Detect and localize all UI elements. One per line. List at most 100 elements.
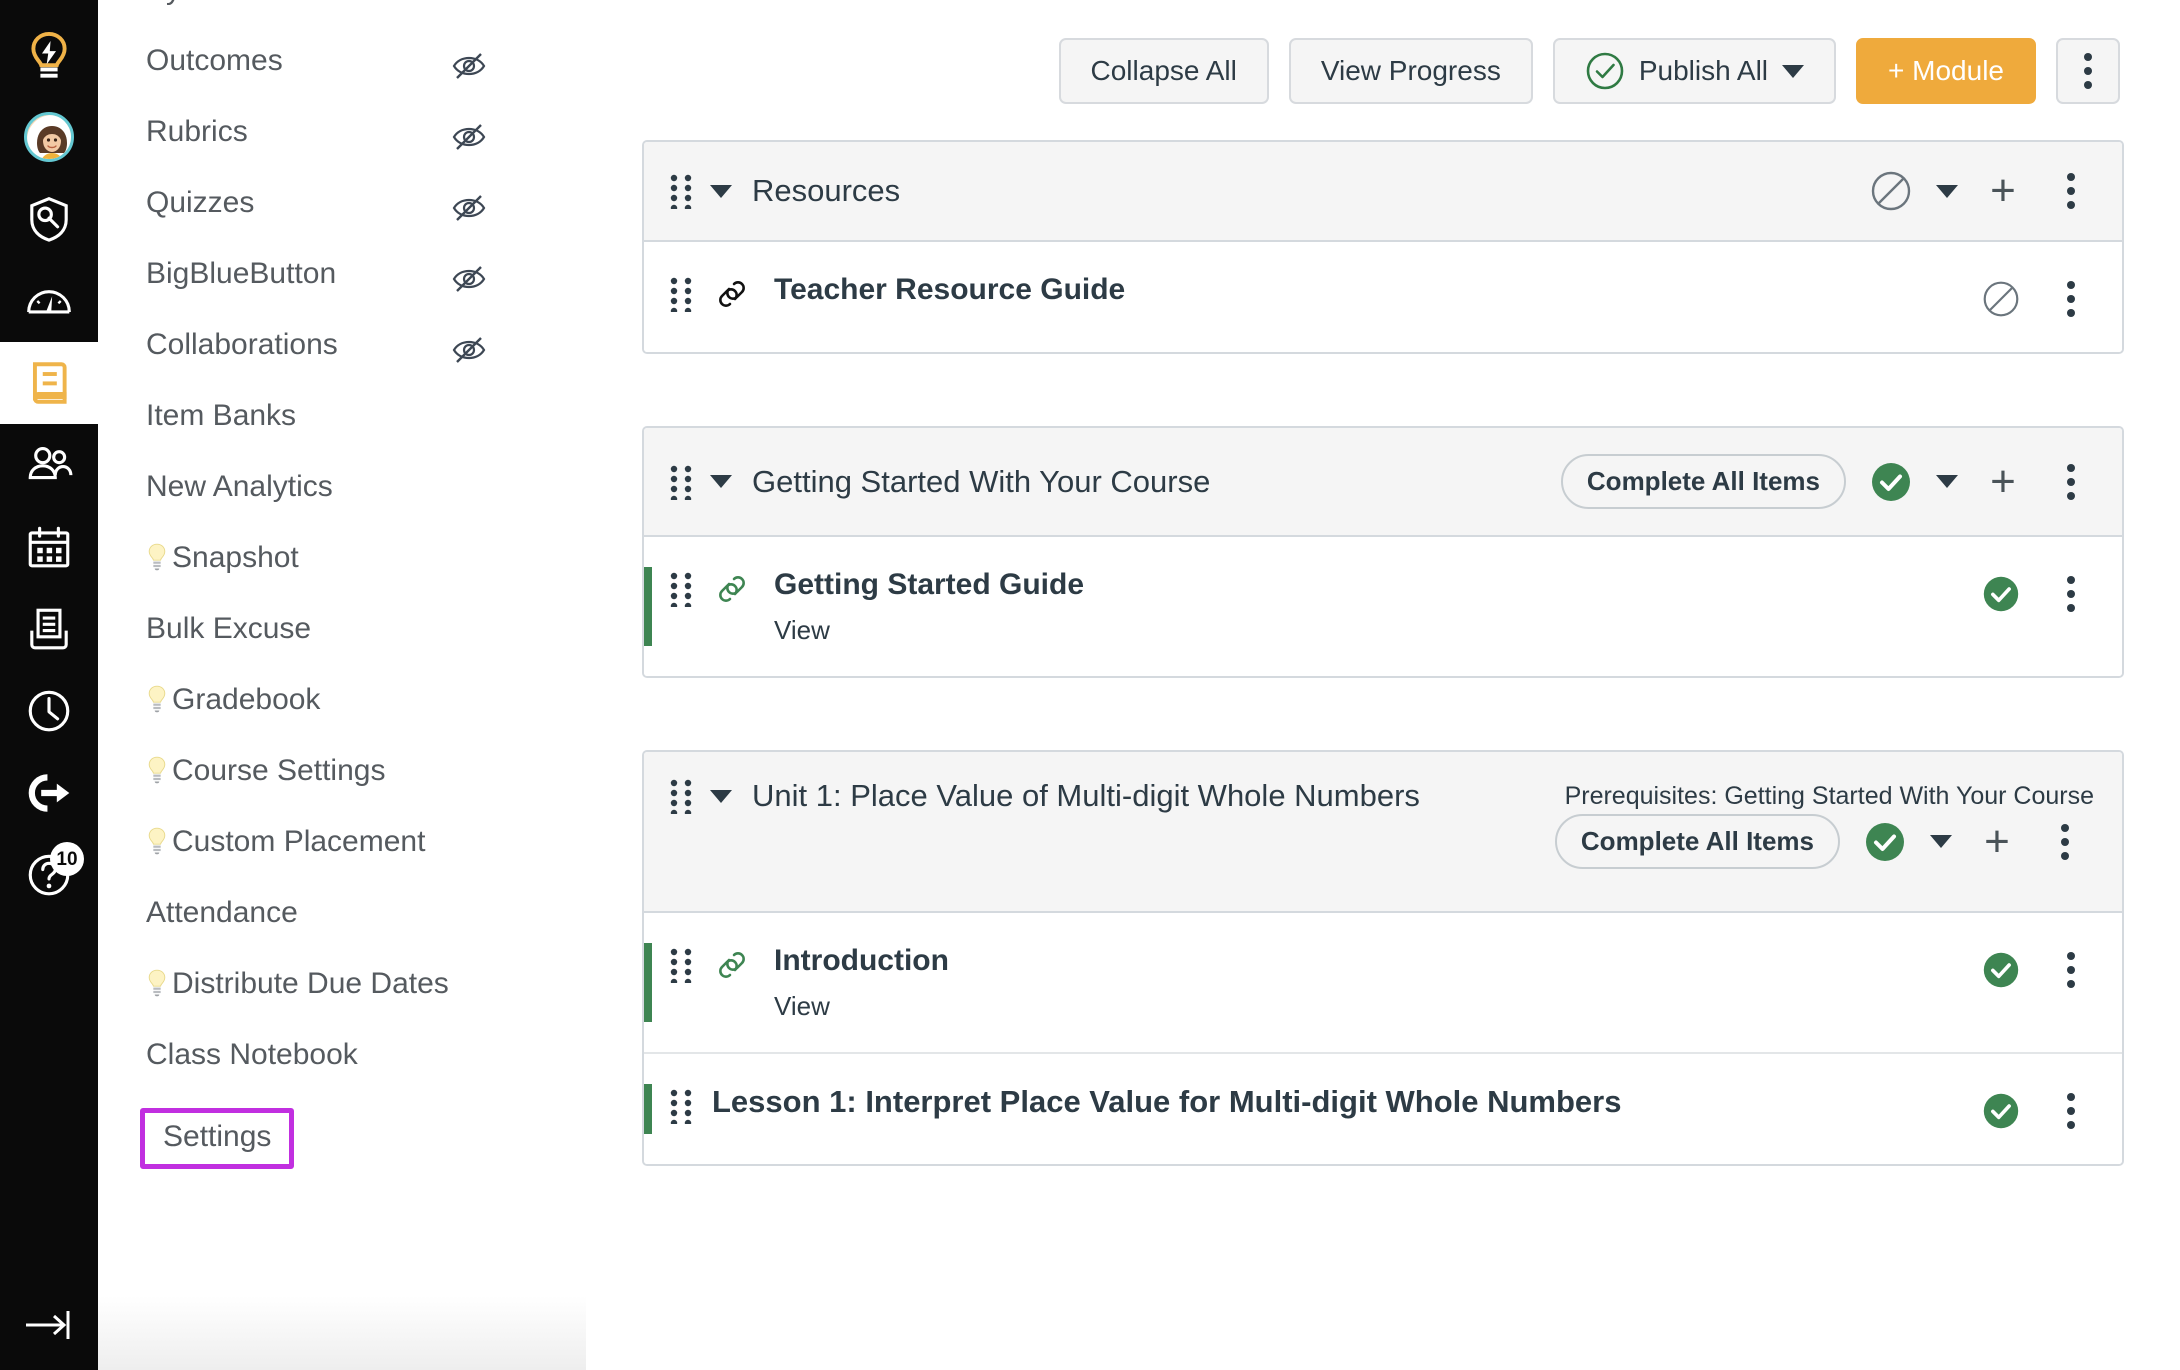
item-more-options-button[interactable] (2048, 571, 2094, 617)
item-publish-status-button[interactable] (1978, 1088, 2024, 1134)
modules-more-options-button[interactable] (2056, 38, 2120, 104)
chevron-down-icon[interactable] (1936, 475, 1958, 488)
module-add-item-button[interactable]: + (1980, 168, 2026, 214)
course-nav-item-outcomes[interactable]: Outcomes (98, 43, 586, 96)
course-nav-item-bigbluebutton[interactable]: BigBlueButton (98, 256, 586, 309)
item-drag-handle[interactable] (668, 1088, 694, 1129)
more-options-icon (2067, 458, 2075, 506)
gnav-item-groups[interactable] (0, 424, 98, 506)
gnav-item-dashboard[interactable] (0, 260, 98, 342)
course-nav-item-new-analytics[interactable]: New Analytics (98, 469, 586, 522)
course-nav-item-class-notebook[interactable]: Class Notebook (98, 1037, 586, 1090)
gnav-item-account[interactable] (0, 96, 98, 178)
course-nav-item-bulk-excuse[interactable]: Bulk Excuse (98, 611, 586, 664)
gnav-item-inbox[interactable] (0, 588, 98, 670)
module-card: Resources + Teacher Resource Guide (642, 140, 2124, 354)
module-publish-status-button[interactable] (1868, 168, 1914, 214)
item-title[interactable]: Introduction (774, 943, 1978, 979)
item-body: Getting Started Guide View (774, 567, 1978, 646)
course-nav-label-text: Distribute Due Dates (172, 967, 449, 1000)
course-nav-item-attendance[interactable]: Attendance (98, 895, 586, 948)
item-publish-status-button[interactable] (1978, 276, 2024, 322)
eye-slash-icon (452, 124, 486, 150)
module-add-item-button[interactable]: + (1974, 819, 2020, 865)
course-nav-label-text: Quizzes (146, 186, 255, 219)
module-collapse-toggle[interactable] (710, 475, 732, 488)
module-item[interactable]: Teacher Resource Guide (644, 242, 2122, 352)
course-nav-item-label: Class Notebook (146, 1037, 358, 1072)
course-nav-item-gradebook[interactable]: Gradebook (98, 682, 586, 735)
chevron-down-icon[interactable] (1936, 184, 1958, 198)
module-add-item-button[interactable]: + (1980, 459, 2026, 505)
item-more-options-button[interactable] (2048, 947, 2094, 993)
complete-all-items-pill[interactable]: Complete All Items (1554, 814, 1840, 869)
item-title[interactable]: Lesson 1: Interpret Place Value for Mult… (712, 1084, 1978, 1120)
complete-all-items-pill[interactable]: Complete All Items (1560, 454, 1846, 509)
gnav-item-admin[interactable] (0, 178, 98, 260)
item-more-options-button[interactable] (2048, 276, 2094, 322)
bulb-emoji-icon (148, 827, 166, 855)
item-publish-status-button[interactable] (1978, 571, 2024, 617)
course-nav-item-item-banks[interactable]: Item Banks (98, 398, 586, 451)
gnav-item-lightbulb[interactable] (0, 14, 98, 96)
item-publish-status-button[interactable] (1978, 947, 2024, 993)
course-nav-item-label: BigBlueButton (146, 256, 336, 291)
module-item[interactable]: Lesson 1: Interpret Place Value for Mult… (644, 1054, 2122, 1164)
course-nav-item-custom-placement[interactable]: Custom Placement (98, 824, 586, 877)
collapse-nav-button[interactable] (0, 1280, 98, 1370)
gnav-item-help[interactable]: 10 (0, 834, 98, 916)
add-module-button[interactable]: + Module (1856, 38, 2036, 104)
course-nav-item-settings[interactable]: Settings (163, 1120, 271, 1153)
module-item[interactable]: Getting Started Guide View (644, 537, 2122, 676)
publish-all-button[interactable]: Publish All (1552, 38, 1837, 104)
item-drag-handle[interactable] (668, 571, 694, 612)
course-nav-item-syllabus[interactable]: Syllabus (98, 0, 586, 25)
module-drag-handle[interactable] (668, 778, 694, 817)
module-more-options-button[interactable] (2048, 168, 2094, 214)
course-nav-item-snapshot[interactable]: Snapshot (98, 540, 586, 593)
module-publish-status-button[interactable] (1862, 819, 1908, 865)
gnav-item-courses[interactable] (0, 342, 98, 424)
check-circle-outline-icon (1586, 52, 1624, 90)
course-nav-item-rubrics[interactable]: Rubrics (98, 114, 586, 167)
module-collapse-toggle[interactable] (710, 184, 732, 198)
course-nav-item-quizzes[interactable]: Quizzes (98, 185, 586, 238)
item-actions (1978, 1084, 2094, 1134)
view-progress-button[interactable]: View Progress (1288, 38, 1533, 104)
module-drag-handle[interactable] (668, 464, 694, 502)
course-nav-label-text: Class Notebook (146, 1038, 358, 1071)
course-nav-item-collaborations[interactable]: Collaborations (98, 327, 586, 380)
course-nav-label-text: Rubrics (146, 115, 248, 148)
item-drag-handle[interactable] (668, 947, 694, 988)
module-publish-status-button[interactable] (1868, 459, 1914, 505)
hidden-indicator (452, 191, 486, 225)
module-more-options-button[interactable] (2048, 459, 2094, 505)
course-nav-item-course-settings[interactable]: Course Settings (98, 753, 586, 806)
module-collapse-toggle[interactable] (710, 789, 732, 803)
link-icon (719, 952, 745, 978)
gnav-item-history[interactable] (0, 670, 98, 752)
item-title[interactable]: Teacher Resource Guide (774, 272, 1978, 308)
module-header-row-top: Unit 1: Place Value of Multi-digit Whole… (668, 778, 2094, 817)
inbox-icon (30, 608, 68, 650)
gnav-item-commons[interactable] (0, 752, 98, 834)
item-more-options-button[interactable] (2048, 1088, 2094, 1134)
calendar-icon (28, 526, 70, 568)
gnav-item-calendar[interactable] (0, 506, 98, 588)
module-drag-handle[interactable] (668, 173, 694, 212)
main-content: Collapse All View Progress Publish All +… (586, 0, 2180, 1370)
drag-handle-icon (670, 572, 692, 610)
module-more-options-button[interactable] (2042, 819, 2088, 865)
collapse-all-button[interactable]: Collapse All (1058, 38, 1269, 104)
hidden-indicator (452, 262, 486, 296)
drag-handle-icon (670, 779, 692, 817)
course-navigation: Syllabus Outcomes Rubrics Quizzes BigBlueBut… (98, 0, 586, 1370)
item-drag-handle[interactable] (668, 276, 694, 317)
module-item[interactable]: Introduction View (644, 913, 2122, 1054)
module-header: Resources + (644, 142, 2122, 242)
eye-slash-icon (452, 337, 486, 363)
course-nav-item-distribute-due-dates[interactable]: Distribute Due Dates (98, 966, 586, 1019)
course-nav-label-text: Outcomes (146, 44, 283, 77)
chevron-down-icon[interactable] (1930, 835, 1952, 848)
item-title[interactable]: Getting Started Guide (774, 567, 1978, 603)
